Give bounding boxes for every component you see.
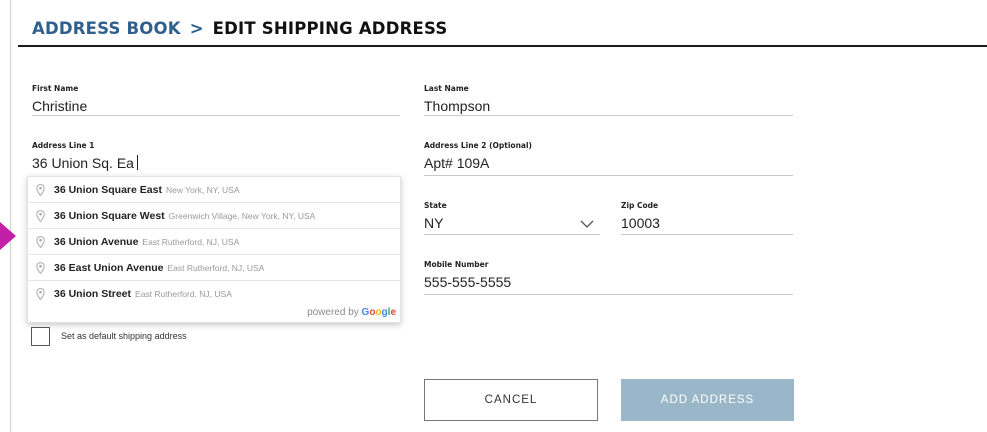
cancel-button[interactable]: CANCEL [424, 379, 598, 421]
first-name-label: First Name [32, 84, 79, 93]
first-name-underline [32, 115, 400, 116]
pointer-arrow-icon [0, 222, 16, 250]
suggestion-main-text: 36 Union Square East [54, 183, 162, 196]
last-name-field[interactable]: Last Name Thompson [424, 84, 793, 116]
address-line-2-input[interactable]: Apt# 109A [424, 154, 793, 172]
page-title: ADDRESS BOOK > EDIT SHIPPING ADDRESS [32, 19, 447, 38]
suggestion-secondary-text: Greenwich Village, New York, NY, USA [168, 210, 316, 221]
text-caret [136, 155, 138, 170]
mobile-number-field[interactable]: Mobile Number 555-555-5555 [424, 260, 793, 295]
chevron-down-icon[interactable] [580, 219, 594, 229]
map-pin-icon [36, 183, 45, 196]
autocomplete-suggestion[interactable]: 36 Union Square East New York, NY, USA [28, 177, 400, 203]
default-shipping-label[interactable]: Set as default shipping address [61, 331, 187, 341]
last-name-underline [424, 115, 793, 116]
suggestion-main-text: 36 Union Street [54, 288, 132, 300]
map-pin-icon [36, 235, 45, 248]
last-name-label: Last Name [424, 84, 469, 93]
address-line-2-underline [424, 175, 793, 176]
powered-by-google-attribution: powered by Google [307, 307, 396, 318]
state-select[interactable]: State NY [424, 201, 600, 235]
left-border [10, 0, 11, 432]
suggestion-main-text: 36 Union Square West [54, 209, 165, 222]
default-shipping-checkbox[interactable] [31, 327, 50, 346]
first-name-input[interactable]: Christine [32, 97, 400, 115]
suggestion-main-text: 36 Union Avenue [54, 235, 139, 248]
address-line-2-field[interactable]: Address Line 2 (Optional) Apt# 109A [424, 141, 793, 176]
google-logo: Google [361, 307, 396, 318]
mobile-number-input[interactable]: 555-555-5555 [424, 273, 793, 291]
suggestion-secondary-text: New York, NY, USA [165, 184, 240, 195]
add-address-button[interactable]: ADD ADDRESS [621, 379, 794, 421]
first-name-field[interactable]: First Name Christine [32, 84, 400, 116]
powered-by-text: powered by [307, 307, 359, 318]
map-pin-icon [36, 288, 45, 300]
zip-code-input[interactable]: 10003 [621, 214, 793, 232]
state-underline [424, 234, 600, 235]
autocomplete-suggestion[interactable]: 36 East Union Avenue East Rutherford, NJ… [28, 255, 400, 281]
address-line-1-value: 36 Union Sq. Ea [32, 155, 134, 171]
map-pin-icon [36, 261, 45, 274]
mobile-number-label: Mobile Number [424, 260, 489, 269]
breadcrumb-separator: > [189, 19, 204, 38]
suggestion-main-text: 36 East Union Avenue [54, 261, 164, 274]
state-label: State [424, 201, 447, 210]
autocomplete-suggestion[interactable]: 36 Union Square West Greenwich Village, … [28, 203, 400, 229]
header-divider [18, 45, 987, 47]
breadcrumb-address-book[interactable]: ADDRESS BOOK [32, 19, 181, 38]
address-line-2-label: Address Line 2 (Optional) [424, 141, 532, 150]
zip-code-field[interactable]: Zip Code 10003 [621, 201, 793, 235]
suggestion-secondary-text: East Rutherford, NJ, USA [167, 262, 265, 273]
last-name-input[interactable]: Thompson [424, 97, 793, 115]
address-line-1-label: Address Line 1 [32, 141, 95, 150]
address-line-1-field[interactable]: Address Line 1 36 Union Sq. Ea [32, 141, 400, 176]
zip-code-underline [621, 234, 793, 235]
autocomplete-suggestion[interactable]: 36 Union Street East Rutherford, NJ, USA [28, 281, 400, 307]
zip-code-label: Zip Code [621, 201, 659, 210]
address-line-1-input[interactable]: 36 Union Sq. Ea [32, 154, 400, 172]
breadcrumb-current: EDIT SHIPPING ADDRESS [212, 19, 448, 38]
suggestion-secondary-text: East Rutherford, NJ, USA [135, 289, 232, 299]
state-value: NY [424, 215, 444, 231]
address-autocomplete-dropdown: 36 Union Square East New York, NY, USA 3… [27, 176, 401, 323]
suggestion-secondary-text: East Rutherford, NJ, USA [142, 236, 240, 247]
autocomplete-suggestion[interactable]: 36 Union Avenue East Rutherford, NJ, USA [28, 229, 400, 255]
mobile-number-underline [424, 294, 793, 295]
map-pin-icon [36, 209, 45, 222]
